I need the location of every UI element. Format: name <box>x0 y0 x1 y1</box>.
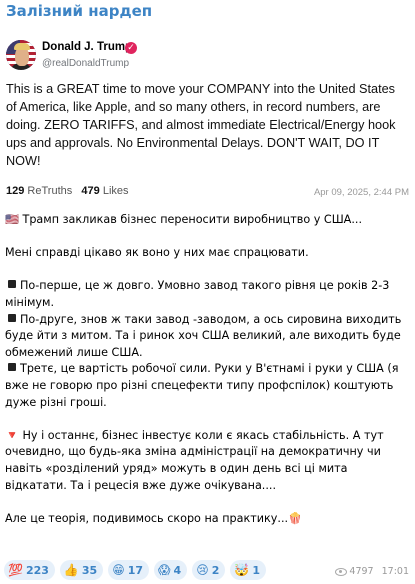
tweet-text: This is a GREAT time to move your COMPAN… <box>6 82 396 168</box>
reaction-scream[interactable]: 😱 4 <box>154 560 188 580</box>
post-closing: Але це теорія, подивимось скоро на практ… <box>5 511 302 525</box>
post-intro: 🇺🇸 Трамп закликав бізнес переносити виро… <box>5 213 363 226</box>
views: 4797 <box>335 566 374 577</box>
reaction-grin[interactable]: 😁 17 <box>108 560 150 580</box>
post-point-2: По-друге, знов ж таки завод -заводом, а … <box>5 312 402 359</box>
message-meta: 4797 17:01 <box>335 566 409 577</box>
likes-label: Likes <box>102 185 129 197</box>
verified-badge-icon: ✓ <box>125 42 137 54</box>
grinning-face-icon: 😁 <box>112 563 125 577</box>
post-question: Мені справді цікаво як воно у них має сп… <box>5 246 309 260</box>
red-triangle-icon: 🔻 <box>5 428 19 442</box>
author-avatar <box>6 40 36 70</box>
post-point-4: 🔻 Ну і останнє, бізнес інвестує коли є я… <box>5 428 384 492</box>
reactions-bar: 💯 223 👍 35 😁 17 😱 4 😢 2 🤯 1 <box>4 560 266 580</box>
thumbs-up-icon: 👍 <box>63 563 79 577</box>
tweet-author-handle: @realDonaldTrump <box>42 58 130 69</box>
crying-face-icon: 😢 <box>196 563 209 577</box>
screaming-face-icon: 😱 <box>158 563 171 577</box>
popcorn-icon: 🍿 <box>288 511 302 525</box>
tweet-screenshot: Donald J. Trump ✓ @realDonaldTrump This … <box>0 34 415 208</box>
tweet-date: Apr 09, 2025, 2:44 PM <box>313 187 409 198</box>
post-point-3: Третє, це вартість робочої сили. Руки у … <box>5 362 399 409</box>
black-square-icon <box>8 313 16 322</box>
retruths-label: ReTruths <box>27 185 73 197</box>
reaction-mind-blown[interactable]: 🤯 1 <box>230 560 266 580</box>
reaction-cry[interactable]: 😢 2 <box>192 560 226 580</box>
tweet-author-name: Donald J. Trump <box>42 41 133 53</box>
eye-icon <box>335 567 348 576</box>
black-square-icon <box>8 280 16 289</box>
us-flag-icon: 🇺🇸 <box>5 213 19 226</box>
hundred-points-icon: 💯 <box>8 563 23 577</box>
post-point-1: По-перше, це ж довго. Умовно завод таког… <box>5 279 390 309</box>
tweet-stats: 129 ReTruths 479 Likes <box>6 185 129 197</box>
retruths-count: 129 <box>6 185 25 197</box>
message-time: 17:01 <box>381 566 409 577</box>
reaction-thumbs-up[interactable]: 👍 35 <box>59 560 104 580</box>
channel-name[interactable]: Залізний нардеп <box>6 2 152 20</box>
reaction-100[interactable]: 💯 223 <box>4 560 55 580</box>
likes-count: 479 <box>81 185 100 197</box>
message-text: 🇺🇸 Трамп закликав бізнес переносити виро… <box>5 212 407 527</box>
exploding-head-icon: 🤯 <box>234 563 250 577</box>
black-square-icon <box>8 363 16 372</box>
